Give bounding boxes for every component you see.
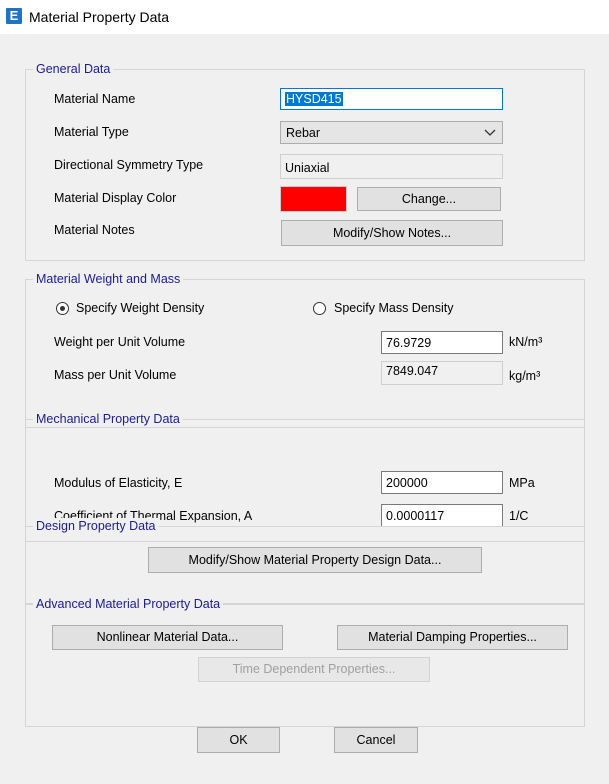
- weight-unit: kN/m³: [509, 335, 543, 349]
- material-type-label: Material Type: [54, 125, 129, 139]
- damping-properties-button[interactable]: Material Damping Properties...: [337, 625, 568, 650]
- design-legend: Design Property Data: [33, 518, 159, 534]
- material-type-select[interactable]: Rebar: [280, 121, 503, 144]
- time-dependent-button: Time Dependent Properties...: [198, 657, 430, 682]
- modulus-input[interactable]: 200000: [381, 471, 503, 494]
- mass-per-volume-field: 7849.047: [381, 361, 503, 385]
- mass-density-label[interactable]: Specify Mass Density: [334, 300, 453, 316]
- mass-density-radio[interactable]: [313, 302, 326, 315]
- material-type-value: Rebar: [286, 126, 321, 140]
- mass-unit: kg/m³: [509, 369, 541, 383]
- dialog-body: General Data Material Name HYSD415 Mater…: [0, 34, 609, 784]
- change-color-button[interactable]: Change...: [357, 187, 501, 211]
- weight-mass-group: Material Weight and Mass Specify Weight …: [25, 271, 585, 428]
- app-icon: E: [6, 8, 22, 24]
- design-group: Design Property Data Modify/Show Materia…: [25, 518, 585, 604]
- design-data-button[interactable]: Modify/Show Material Property Design Dat…: [148, 547, 482, 573]
- general-data-group: General Data Material Name HYSD415 Mater…: [25, 61, 585, 261]
- weight-density-label[interactable]: Specify Weight Density: [76, 300, 204, 316]
- thermal-input[interactable]: 0.0000117: [381, 504, 503, 527]
- advanced-group: Advanced Material Property Data Nonlinea…: [25, 596, 585, 727]
- nonlinear-data-button[interactable]: Nonlinear Material Data...: [52, 625, 283, 650]
- modulus-label: Modulus of Elasticity, E: [54, 476, 183, 490]
- weight-mass-legend: Material Weight and Mass: [33, 271, 184, 287]
- weight-density-radio[interactable]: [56, 302, 69, 315]
- chevron-down-icon: [484, 129, 496, 136]
- symmetry-field: Uniaxial: [280, 154, 503, 179]
- mass-per-volume-label: Mass per Unit Volume: [54, 368, 177, 382]
- material-name-label: Material Name: [54, 92, 136, 106]
- symmetry-label: Directional Symmetry Type: [54, 158, 204, 172]
- title-bar: E Material Property Data: [0, 0, 609, 34]
- general-data-legend: General Data: [33, 61, 114, 77]
- advanced-legend: Advanced Material Property Data: [33, 596, 224, 612]
- material-name-input[interactable]: HYSD415: [280, 88, 503, 110]
- weight-per-volume-input[interactable]: 76.9729: [381, 331, 503, 354]
- window-title: Material Property Data: [29, 9, 170, 25]
- thermal-unit: 1/C: [509, 509, 529, 523]
- modulus-unit: MPa: [509, 476, 535, 490]
- mechanical-legend: Mechanical Property Data: [33, 411, 183, 427]
- ok-button[interactable]: OK: [197, 727, 280, 753]
- display-color-label: Material Display Color: [54, 191, 177, 205]
- radio-selected-dot: [60, 306, 65, 311]
- display-color-swatch: [280, 186, 347, 212]
- material-name-value: HYSD415: [285, 92, 343, 106]
- weight-per-volume-label: Weight per Unit Volume: [54, 335, 186, 349]
- modify-notes-button[interactable]: Modify/Show Notes...: [281, 220, 503, 246]
- material-notes-label: Material Notes: [54, 223, 135, 237]
- cancel-button[interactable]: Cancel: [334, 727, 418, 753]
